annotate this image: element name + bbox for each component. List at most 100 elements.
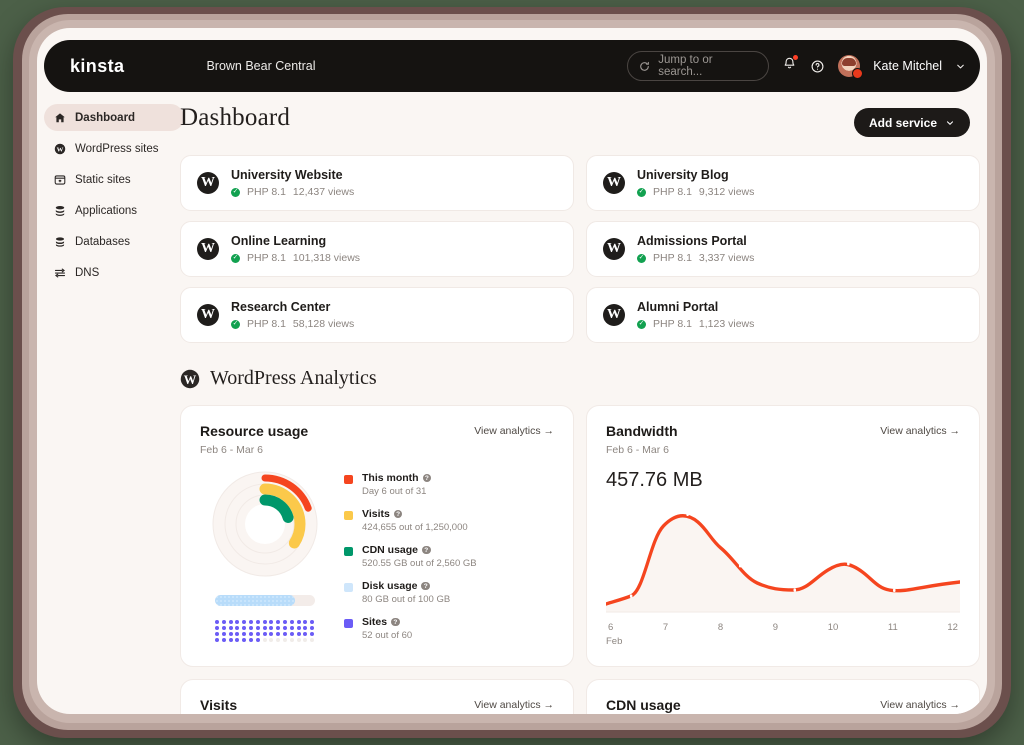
site-dot — [310, 620, 314, 624]
add-service-button[interactable]: Add service — [854, 108, 970, 137]
help-icon[interactable]: ? — [391, 618, 400, 627]
site-card[interactable]: W Research Center ✓ PHP 8.1 58,128 views — [180, 287, 574, 343]
site-dot — [256, 638, 260, 642]
php-version: PHP 8.1 — [247, 318, 286, 330]
site-views: 3,337 views — [699, 252, 754, 264]
view-analytics-label: View analytics — [880, 699, 946, 711]
user-name[interactable]: Kate Mitchel — [873, 59, 942, 73]
sidebar-item-databases[interactable]: Databases — [44, 228, 184, 255]
help-icon[interactable]: ? — [394, 510, 403, 519]
organization-name[interactable]: Brown Bear Central — [206, 59, 315, 73]
site-dot — [242, 632, 246, 636]
site-dot — [276, 626, 280, 630]
site-dot — [242, 620, 246, 624]
site-card[interactable]: W Admissions Portal ✓ PHP 8.1 3,337 view… — [586, 221, 980, 277]
avatar-alert-badge — [852, 68, 863, 79]
site-dot — [256, 620, 260, 624]
view-analytics-label: View analytics — [880, 425, 946, 437]
legend-row: CDN usage ? 520.55 GB out of 2,560 GB — [344, 544, 554, 569]
site-dot — [276, 638, 280, 642]
site-dot — [242, 638, 246, 642]
php-version: PHP 8.1 — [653, 252, 692, 264]
view-analytics-link[interactable]: View analytics → — [474, 425, 554, 437]
site-dot — [290, 638, 294, 642]
sidebar-item-static-sites[interactable]: Static sites — [44, 166, 184, 193]
legend-row: Sites ? 52 out of 60 — [344, 616, 554, 641]
wordpress-icon: W — [603, 304, 625, 326]
site-views: 9,312 views — [699, 186, 754, 198]
site-dot — [297, 638, 301, 642]
help-icon[interactable] — [810, 59, 825, 74]
main-content: Dashboard Add service W University Websi… — [180, 104, 980, 714]
legend-value: Day 6 out of 31 — [362, 486, 431, 497]
site-name: University Website — [231, 168, 354, 182]
site-meta: ✓ PHP 8.1 9,312 views — [637, 186, 754, 198]
view-analytics-label: View analytics — [474, 699, 540, 711]
bandwidth-total: 457.76 MB — [606, 469, 960, 492]
site-name: Online Learning — [231, 234, 360, 248]
legend-name: Disk usage ? — [362, 580, 450, 592]
site-dot — [249, 632, 253, 636]
view-analytics-link[interactable]: View analytics → — [880, 699, 960, 711]
sidebar-item-dashboard[interactable]: Dashboard — [44, 104, 184, 131]
database-icon — [54, 236, 66, 248]
view-analytics-link[interactable]: View analytics → — [474, 699, 554, 711]
site-card[interactable]: W Alumni Portal ✓ PHP 8.1 1,123 views — [586, 287, 980, 343]
sidebar-item-applications[interactable]: Applications — [44, 197, 184, 224]
site-dot — [222, 620, 226, 624]
view-analytics-label: View analytics — [474, 425, 540, 437]
site-views: 1,123 views — [699, 318, 754, 330]
cdn-usage-panel: CDN usage Feb 6 - Mar 6 View analytics → — [586, 679, 980, 714]
site-dot — [303, 632, 307, 636]
site-name: Alumni Portal — [637, 300, 754, 314]
sidebar-label: WordPress sites — [75, 143, 159, 155]
legend-value: 52 out of 60 — [362, 630, 412, 641]
chevron-down-icon — [945, 118, 955, 128]
site-dot — [269, 626, 273, 630]
site-dot — [256, 632, 260, 636]
site-dot — [229, 626, 233, 630]
legend-swatch-disk-usage — [344, 583, 353, 592]
site-dot — [276, 632, 280, 636]
wordpress-icon: W — [603, 172, 625, 194]
site-dot — [235, 626, 239, 630]
legend-value: 424,655 out of 1,250,000 — [362, 522, 468, 533]
bottom-panels-row: Visits Feb 6 - Mar 6 View analytics → CD… — [180, 679, 980, 714]
site-dot — [290, 632, 294, 636]
help-icon[interactable]: ? — [423, 474, 432, 483]
site-dot — [263, 638, 267, 642]
site-dot — [235, 638, 239, 642]
site-dot — [303, 620, 307, 624]
resource-legend: This month ? Day 6 out of 31 Visits — [344, 468, 554, 652]
help-icon[interactable]: ? — [421, 582, 430, 591]
site-card[interactable]: W University Blog ✓ PHP 8.1 9,312 views — [586, 155, 980, 211]
panel-date-range: Feb 6 - Mar 6 — [200, 444, 554, 456]
kinsta-logo[interactable]: kinsta — [70, 56, 124, 77]
site-dot — [269, 620, 273, 624]
notifications-button[interactable] — [782, 56, 797, 76]
site-card[interactable]: W University Website ✓ PHP 8.1 12,437 vi… — [180, 155, 574, 211]
site-dot — [290, 626, 294, 630]
php-version: PHP 8.1 — [247, 186, 286, 198]
sites-grid: W University Website ✓ PHP 8.1 12,437 vi… — [180, 155, 980, 343]
legend-swatch-cdn-usage — [344, 547, 353, 556]
bandwidth-area-chart — [606, 500, 960, 618]
avatar[interactable] — [838, 55, 860, 77]
site-dot — [222, 638, 226, 642]
disk-usage-bar — [215, 595, 315, 606]
site-views: 101,318 views — [293, 252, 360, 264]
site-dot — [283, 632, 287, 636]
view-analytics-link[interactable]: View analytics → — [880, 425, 960, 437]
sidebar-item-wordpress-sites[interactable]: W WordPress sites — [44, 135, 184, 162]
php-version: PHP 8.1 — [653, 318, 692, 330]
sidebar-item-dns[interactable]: DNS — [44, 259, 184, 286]
search-input[interactable]: Jump to or search... — [627, 51, 769, 81]
legend-swatch-visits — [344, 511, 353, 520]
chevron-down-icon[interactable] — [955, 61, 966, 72]
applications-icon — [54, 205, 66, 217]
site-card[interactable]: W Online Learning ✓ PHP 8.1 101,318 view… — [180, 221, 574, 277]
legend-value: 520.55 GB out of 2,560 GB — [362, 558, 477, 569]
help-icon[interactable]: ? — [422, 546, 431, 555]
add-service-label: Add service — [869, 116, 937, 130]
site-dot — [229, 632, 233, 636]
